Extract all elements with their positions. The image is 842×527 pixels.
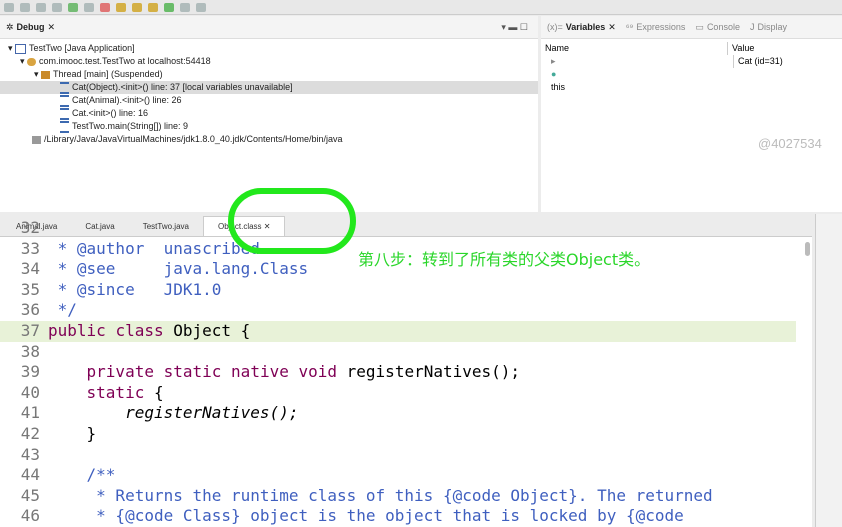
- line-number: 33: [20, 238, 40, 258]
- stack-frame-icon: [60, 107, 69, 120]
- tree-item-thread[interactable]: ▾ Thread [main] (Suspended): [0, 68, 538, 81]
- tree-item-process[interactable]: /Library/Java/JavaVirtualMachines/jdk1.8…: [0, 133, 538, 146]
- line-number: 34: [20, 259, 40, 279]
- code-line: 43: [0, 445, 796, 466]
- view-menu-icon[interactable]: ▾ ▬ ☐: [501, 22, 538, 33]
- watermark: @4027534: [758, 136, 822, 151]
- tree-item-vm[interactable]: ▾ com.imooc.test.TestTwo at localhost:54…: [0, 55, 538, 68]
- tab-console[interactable]: ▭ Console: [695, 22, 740, 33]
- annotation-text: 第八步：转到了所有类的父类Object类。: [358, 250, 651, 269]
- stack-frame[interactable]: Cat(Animal).<init>() line: 26: [0, 94, 538, 107]
- code-line: 36 */: [0, 300, 796, 321]
- stack-frame-icon: [60, 120, 69, 133]
- line-number: 44: [20, 465, 40, 485]
- code-text: registerNatives();: [48, 403, 299, 423]
- tree-item-launch[interactable]: ▾ TestTwo [Java Application]: [0, 42, 538, 55]
- code-text: * @author unascribed: [48, 238, 260, 258]
- stack-frame[interactable]: Cat.<init>() line: 16: [0, 107, 538, 120]
- code-text: * Returns the runtime class of this {@co…: [48, 485, 713, 505]
- code-text: * {@code Class} object is the object tha…: [48, 506, 684, 526]
- code-line: 41 registerNatives();: [0, 403, 796, 424]
- code-line: 46 * {@code Class} object is the object …: [0, 506, 796, 527]
- code-line: 44 /**: [0, 465, 796, 486]
- column-header-name[interactable]: Name: [541, 42, 727, 55]
- annotation-circle: [228, 188, 356, 254]
- line-number: 39: [20, 362, 40, 382]
- code-line: 42 }: [0, 424, 796, 445]
- field-icon: ●: [551, 69, 557, 79]
- line-number: 40: [20, 382, 40, 402]
- line-number: 36: [20, 300, 40, 320]
- step-over-icon[interactable]: [132, 2, 142, 12]
- stack-frame[interactable]: TestTwo.main(String[]) line: 9: [0, 120, 538, 133]
- column-header-value[interactable]: Value: [727, 42, 754, 55]
- line-number: 42: [20, 423, 40, 443]
- line-number: 43: [20, 444, 40, 464]
- variables-icon: (x)=: [547, 22, 563, 32]
- line-number: 35: [20, 279, 40, 299]
- code-text: * @since JDK1.0: [48, 279, 222, 299]
- close-icon[interactable]: ✕: [48, 22, 56, 33]
- line-number: 45: [20, 485, 40, 505]
- code-line: 40 static {: [0, 383, 796, 404]
- line-number: 38: [20, 341, 40, 361]
- run-icon[interactable]: [164, 2, 174, 12]
- tab-expressions[interactable]: ⁶⁹ Expressions: [626, 22, 686, 32]
- stack-frame-icon: [60, 81, 69, 94]
- code-line: 37 public class Object {: [0, 320, 796, 342]
- outline-panel: [815, 214, 842, 527]
- code-line: 39 private static native void registerNa…: [0, 362, 796, 383]
- code-text: * @see java.lang.Class: [48, 259, 309, 279]
- code-line: 45 * Returns the runtime class of this {…: [0, 486, 796, 507]
- code-text: private static native void registerNativ…: [86, 362, 521, 382]
- thread-icon: [41, 70, 51, 79]
- toolbar-icon[interactable]: [52, 2, 62, 12]
- code-line: 35 * @since JDK1.0: [0, 280, 796, 301]
- debug-icon: ✲: [6, 21, 14, 32]
- tab-debug[interactable]: ✲ Debug ✕: [6, 22, 55, 33]
- terminate-icon[interactable]: [100, 2, 110, 12]
- expand-icon[interactable]: ▸: [551, 55, 733, 68]
- close-icon[interactable]: ✕: [608, 22, 616, 33]
- resume-icon[interactable]: [68, 2, 78, 12]
- process-icon: [32, 135, 41, 144]
- scrollbar[interactable]: [805, 242, 810, 256]
- stack-frame[interactable]: Cat(Object).<init>() line: 37 [local var…: [0, 81, 538, 94]
- toolbar-icon[interactable]: [180, 2, 190, 12]
- app-icon: [15, 43, 27, 54]
- code-text: /**: [48, 465, 116, 485]
- toolbar-icon[interactable]: [20, 2, 30, 12]
- tab-variables[interactable]: (x)= Variables ✕: [547, 22, 616, 33]
- step-into-icon[interactable]: [116, 2, 126, 12]
- line-number: 32: [20, 218, 40, 237]
- expressions-icon: ⁶⁹: [625, 22, 634, 32]
- stack-frame-icon: [60, 94, 69, 107]
- console-icon: ▭: [695, 21, 704, 32]
- display-icon: J: [749, 22, 755, 32]
- code-text: public class Object {: [48, 320, 251, 340]
- line-number: 37: [20, 320, 40, 340]
- debug-view: ✲ Debug ✕ ▾ ▬ ☐ ▾ TestTwo [Java Applicati…: [0, 16, 538, 212]
- code-text: static {: [86, 382, 164, 402]
- suspend-icon[interactable]: [84, 2, 94, 12]
- code-text: */: [48, 300, 77, 320]
- variable-row[interactable]: ▸ ● this Cat (id=31): [541, 55, 842, 92]
- toolbar-icon[interactable]: [4, 2, 14, 12]
- main-toolbar: [0, 0, 842, 15]
- variables-view: (x)= Variables ✕ ⁶⁹ Expressions ▭ Console J…: [541, 16, 842, 212]
- code-line: 38: [0, 342, 796, 363]
- toolbar-icon[interactable]: [36, 2, 46, 12]
- code-text: }: [48, 423, 97, 443]
- line-number: 41: [20, 403, 40, 423]
- code-line: 32: [0, 218, 796, 239]
- line-number: 46: [20, 506, 40, 526]
- tab-display[interactable]: J Display: [750, 22, 787, 32]
- vm-icon: [27, 57, 37, 66]
- code-lines: 32 33 * @author unascribed 34 * @see java.…: [0, 218, 796, 527]
- toolbar-icon[interactable]: [196, 2, 206, 12]
- step-return-icon[interactable]: [148, 2, 158, 12]
